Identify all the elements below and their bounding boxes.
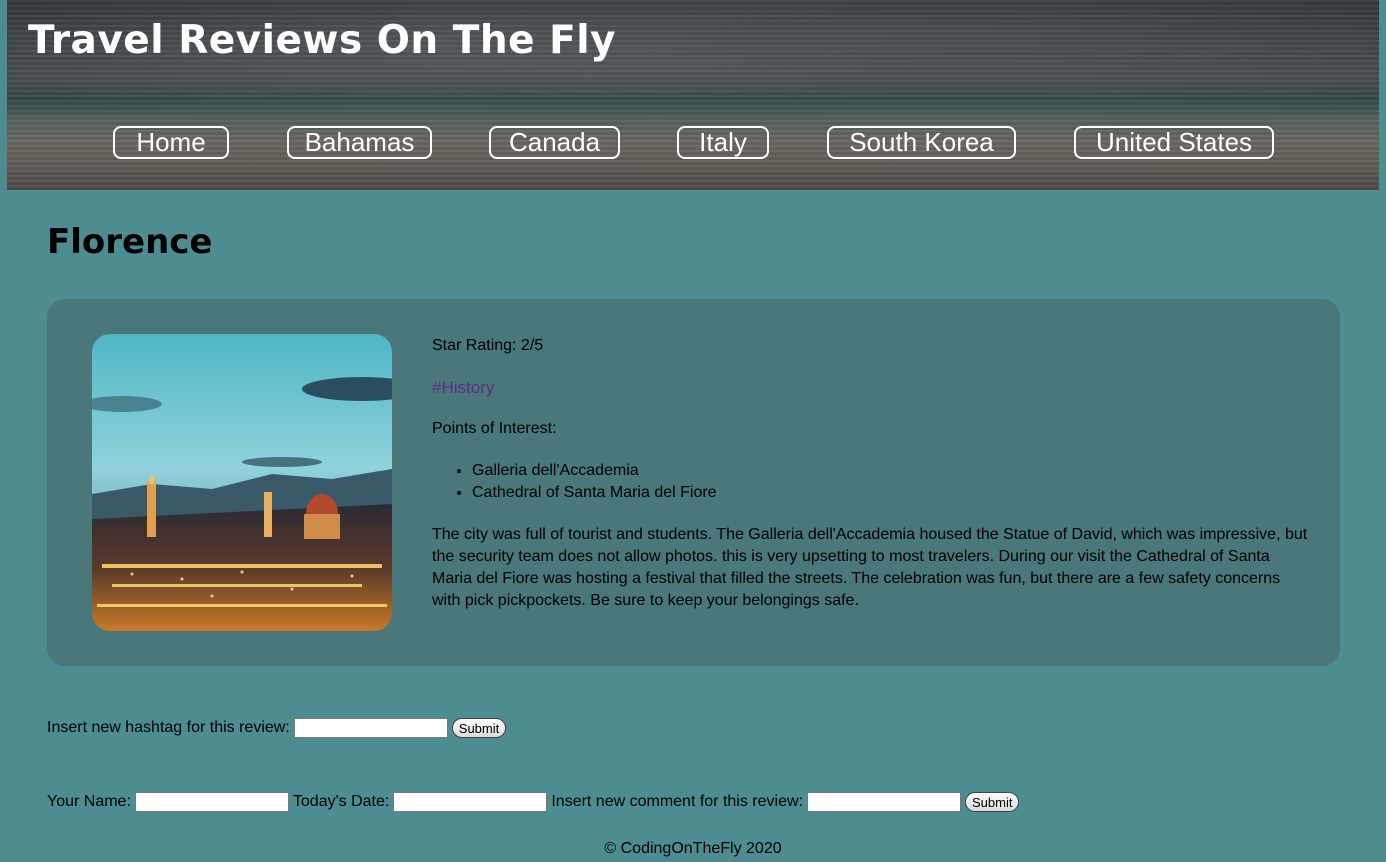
page-title: Florence <box>47 222 213 262</box>
nav-united-states[interactable]: United States <box>1074 126 1274 159</box>
list-item: Galleria dell'Accademia <box>472 460 1312 482</box>
comment-form: Your Name: Today's Date: Insert new comm… <box>47 792 1020 812</box>
name-input[interactable] <box>134 792 289 812</box>
hashtag-label: Insert new hashtag for this review: <box>47 719 290 736</box>
nav-home[interactable]: Home <box>113 126 229 159</box>
nav-bahamas[interactable]: Bahamas <box>287 126 432 159</box>
comment-submit-button[interactable]: Submit <box>964 792 1020 812</box>
poi-label: Points of Interest: <box>432 420 557 437</box>
hashtag-form: Insert new hashtag for this review: Subm… <box>47 718 507 738</box>
nav-italy[interactable]: Italy <box>677 126 769 159</box>
comment-input[interactable] <box>806 792 961 812</box>
poi-list: Galleria dell'Accademia Cathedral of San… <box>432 460 1312 504</box>
hashtag-input[interactable] <box>293 718 448 738</box>
review-description: The city was full of tourist and student… <box>432 526 1308 609</box>
hashtag-link[interactable]: #History <box>432 377 494 399</box>
name-label: Your Name: <box>47 793 131 810</box>
site-title: Travel Reviews On The Fly <box>28 18 617 63</box>
main-nav: Home Bahamas Canada Italy South Korea Un… <box>7 126 1379 162</box>
star-rating: Star Rating: 2/5 <box>432 337 544 354</box>
date-label: Today's Date: <box>292 793 390 810</box>
date-input[interactable] <box>393 792 548 812</box>
review-info: Star Rating: 2/5 #History Points of Inte… <box>432 335 1312 612</box>
site-header: Travel Reviews On The Fly Home Bahamas C… <box>7 0 1379 190</box>
florence-photo <box>92 334 392 631</box>
nav-canada[interactable]: Canada <box>489 126 620 159</box>
nav-south-korea[interactable]: South Korea <box>827 126 1016 159</box>
review-card: Star Rating: 2/5 #History Points of Inte… <box>47 299 1340 666</box>
hashtag-submit-button[interactable]: Submit <box>451 718 507 738</box>
list-item: Cathedral of Santa Maria del Fiore <box>472 482 1312 504</box>
comment-label: Insert new comment for this review: <box>551 793 803 810</box>
site-footer: © CodingOnTheFly 2020 <box>604 840 782 857</box>
